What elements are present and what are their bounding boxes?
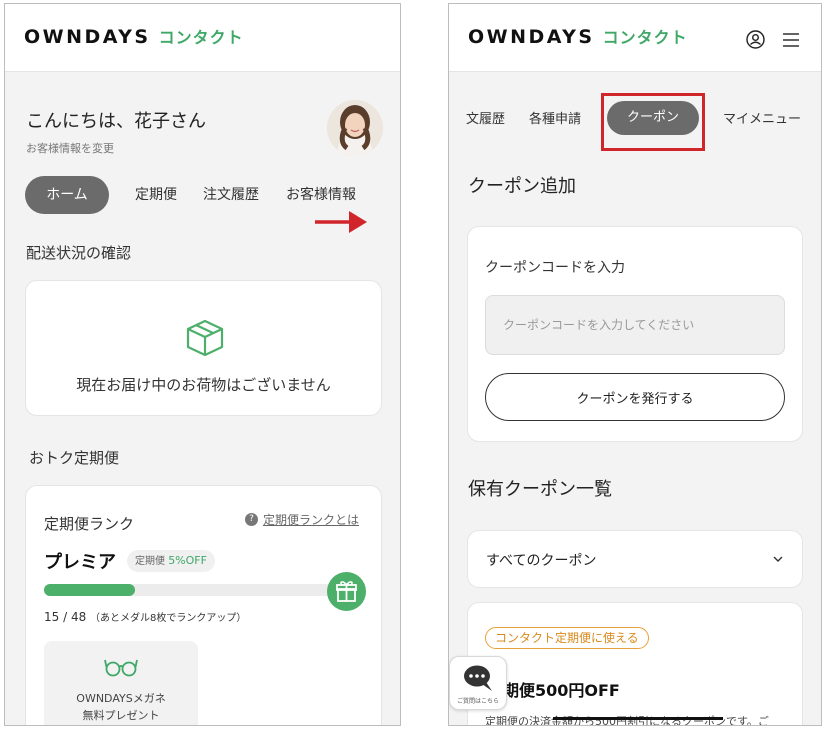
edit-profile-link[interactable]: お客様情報を変更: [26, 140, 114, 156]
logo[interactable]: OWNDAYS コンタクト: [468, 24, 688, 48]
brand-sub: コンタクト: [158, 28, 244, 47]
reward-text: OWNDAYSメガネ 無料プレゼント: [44, 690, 198, 724]
filter-selected-value: すべてのクーポン: [486, 553, 597, 569]
app-header: OWNDAYS コンタクト: [449, 4, 821, 72]
main-tabs: 文履歴 各種申請 クーポン マイメニュー: [449, 88, 821, 151]
tab-my-menu[interactable]: マイメニュー: [723, 108, 801, 127]
question-icon: ?: [245, 513, 258, 526]
rank-title: 定期便ランク: [44, 515, 135, 533]
chevron-down-icon: [773, 556, 783, 562]
arrow-right-icon: [315, 211, 367, 233]
header-icons: [746, 30, 799, 49]
logo[interactable]: OWNDAYS コンタクト: [24, 24, 244, 48]
coupon-code-input[interactable]: [485, 295, 785, 355]
progress-note: （あとメダル8枚でランクアップ）: [90, 613, 247, 624]
coupon-add-card: クーポンコードを入力 クーポンを発行する: [467, 226, 803, 442]
subscription-section-title: おトク定期便: [29, 449, 120, 467]
glasses-icon: [104, 659, 138, 677]
chat-label: ご質問はこちら: [456, 698, 499, 705]
reward-card[interactable]: OWNDAYSメガネ 無料プレゼント: [44, 641, 198, 725]
rank-card: 定期便ランク ? 定期便ランクとは プレミア 定期便 5%OFF 15 / 48…: [25, 485, 382, 725]
badge-prefix: 定期便: [135, 556, 169, 567]
coupon-code-label: クーポンコードを入力: [485, 260, 625, 276]
tab-order-history[interactable]: 文履歴: [466, 108, 505, 127]
tab-order-history[interactable]: 注文履歴: [203, 176, 259, 214]
left-screen: OWNDAYS コンタクト こんにちは、花子さん お客様情報を変更 ホーム 定期…: [4, 3, 401, 726]
avatar[interactable]: [327, 100, 383, 156]
delivery-section-title: 配送状況の確認: [26, 244, 132, 262]
coupon-add-title: クーポン追加: [468, 176, 576, 197]
reward-line-1: OWNDAYSメガネ: [76, 692, 166, 705]
rank-progress-bar: [44, 584, 334, 596]
highlight-box: [601, 93, 705, 151]
tab-applications[interactable]: 各種申請: [529, 108, 581, 127]
coupon-item[interactable]: コンタクト定期便に使える 期便500円OFF 定期便の決済金額から500円割引に…: [467, 602, 803, 725]
brand-sub: コンタクト: [602, 28, 688, 47]
chat-support-button[interactable]: ご質問はこちら: [449, 656, 507, 710]
rank-progress-text: 15 / 48 （あとメダル8枚でランクアップ）: [44, 609, 246, 624]
coupon-title: 期便500円OFF: [503, 681, 620, 700]
strike-mark: [553, 717, 723, 720]
tab-home[interactable]: ホーム: [25, 176, 109, 214]
rank-name: プレミア: [44, 552, 116, 573]
rank-help-link[interactable]: ? 定期便ランクとは: [245, 511, 359, 528]
greeting: こんにちは、花子さん: [26, 111, 206, 132]
owned-coupons-title: 保有クーポン一覧: [468, 479, 612, 500]
brand-name: OWNDAYS: [24, 26, 151, 48]
reward-line-2: 無料プレゼント: [82, 709, 160, 722]
delivery-status-card: 現在お届け中のお荷物はございません: [25, 280, 382, 416]
avatar-photo-icon: [327, 100, 383, 156]
brand-name: OWNDAYS: [468, 26, 595, 48]
app-header: OWNDAYS コンタクト: [5, 4, 400, 72]
gift-button[interactable]: [327, 572, 366, 611]
tab-customer-info[interactable]: お客様情報: [286, 176, 356, 214]
delivery-empty-text: 現在お届け中のお荷物はございません: [76, 376, 331, 394]
coupon-tag: コンタクト定期便に使える: [485, 627, 649, 649]
box-icon: [186, 319, 224, 357]
coupon-filter-select[interactable]: すべてのクーポン: [467, 530, 803, 588]
menu-icon[interactable]: [783, 32, 799, 47]
chat-icon: [464, 665, 492, 691]
rank-discount-badge: 定期便 5%OFF: [127, 550, 215, 572]
user-icon[interactable]: [746, 30, 765, 49]
tab-subscription[interactable]: 定期便: [135, 176, 177, 214]
gift-icon: [336, 581, 357, 602]
rank-help-text: 定期便ランクとは: [263, 513, 360, 527]
right-screen: OWNDAYS コンタクト 文履歴 各種申請 クーポン マイメニュー クーポン追…: [448, 3, 822, 726]
rank-progress-fill: [44, 584, 135, 596]
issue-coupon-button[interactable]: クーポンを発行する: [485, 373, 785, 421]
progress-count: 15 / 48: [44, 610, 87, 624]
badge-discount: 5%OFF: [168, 554, 207, 567]
